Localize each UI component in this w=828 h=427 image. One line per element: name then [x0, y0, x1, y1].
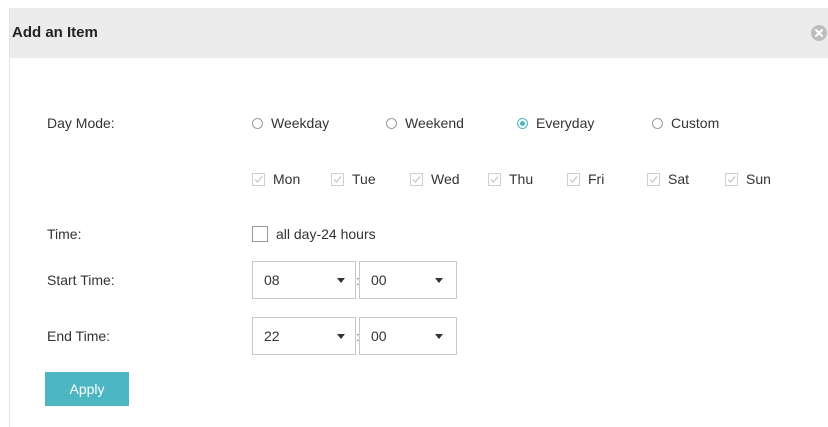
- start-hour-select[interactable]: 08: [252, 261, 356, 299]
- radio-custom-label: Custom: [671, 115, 720, 131]
- radio-everyday[interactable]: Everyday: [517, 115, 594, 131]
- end-hour-value: 22: [264, 328, 280, 344]
- radio-custom[interactable]: Custom: [652, 115, 719, 131]
- close-icon[interactable]: [811, 25, 827, 41]
- day-label: Mon: [273, 171, 301, 187]
- checkbox-checked-icon[interactable]: [488, 172, 501, 186]
- day-tue[interactable]: Tue: [331, 171, 376, 187]
- day-label: Sun: [746, 171, 771, 187]
- checkbox-checked-icon[interactable]: [252, 172, 265, 186]
- all-day-checkbox[interactable]: all day-24 hours: [252, 226, 376, 242]
- day-thu[interactable]: Thu: [488, 171, 533, 187]
- chevron-down-icon: [435, 334, 443, 339]
- chevron-down-icon: [337, 334, 345, 339]
- start-minute-value: 00: [371, 272, 387, 288]
- radio-weekday[interactable]: Weekday: [252, 115, 329, 131]
- apply-button[interactable]: Apply: [45, 372, 129, 406]
- checkbox-icon[interactable]: [252, 226, 268, 242]
- day-mode-label: Day Mode:: [47, 115, 115, 131]
- checkbox-checked-icon[interactable]: [725, 172, 738, 186]
- radio-selected-icon[interactable]: [517, 117, 528, 129]
- checkbox-checked-icon[interactable]: [647, 172, 660, 186]
- chevron-down-icon: [337, 278, 345, 283]
- day-fri[interactable]: Fri: [567, 171, 604, 187]
- day-label: Fri: [588, 171, 605, 187]
- radio-circle-icon[interactable]: [252, 117, 263, 129]
- start-minute-select[interactable]: 00: [359, 261, 457, 299]
- day-sat[interactable]: Sat: [647, 171, 689, 187]
- all-day-label: all day-24 hours: [276, 226, 376, 242]
- day-mon[interactable]: Mon: [252, 171, 300, 187]
- radio-weekday-label: Weekday: [271, 115, 330, 131]
- day-label: Wed: [431, 171, 460, 187]
- start-hour-value: 08: [264, 272, 280, 288]
- add-item-dialog: Add an Item Day Mode: Weekday Weekend Ev…: [9, 8, 828, 427]
- day-label: Thu: [509, 171, 534, 187]
- end-minute-select[interactable]: 00: [359, 317, 457, 355]
- start-time-label: Start Time:: [47, 272, 115, 288]
- time-label: Time:: [47, 226, 82, 242]
- end-time-label: End Time:: [47, 328, 111, 344]
- radio-circle-icon[interactable]: [386, 117, 397, 129]
- radio-circle-icon[interactable]: [652, 117, 663, 129]
- dialog-title: Add an Item: [12, 24, 98, 41]
- end-hour-select[interactable]: 22: [252, 317, 356, 355]
- chevron-down-icon: [435, 278, 443, 283]
- checkbox-checked-icon[interactable]: [331, 172, 344, 186]
- radio-weekend-label: Weekend: [405, 115, 464, 131]
- checkbox-checked-icon[interactable]: [567, 172, 580, 186]
- end-minute-value: 00: [371, 328, 387, 344]
- radio-weekend[interactable]: Weekend: [386, 115, 464, 131]
- day-label: Sat: [668, 171, 690, 187]
- dialog-header: Add an Item: [10, 8, 828, 58]
- checkbox-checked-icon[interactable]: [410, 172, 423, 186]
- day-sun[interactable]: Sun: [725, 171, 771, 187]
- day-label: Tue: [352, 171, 376, 187]
- radio-everyday-label: Everyday: [536, 115, 595, 131]
- day-wed[interactable]: Wed: [410, 171, 460, 187]
